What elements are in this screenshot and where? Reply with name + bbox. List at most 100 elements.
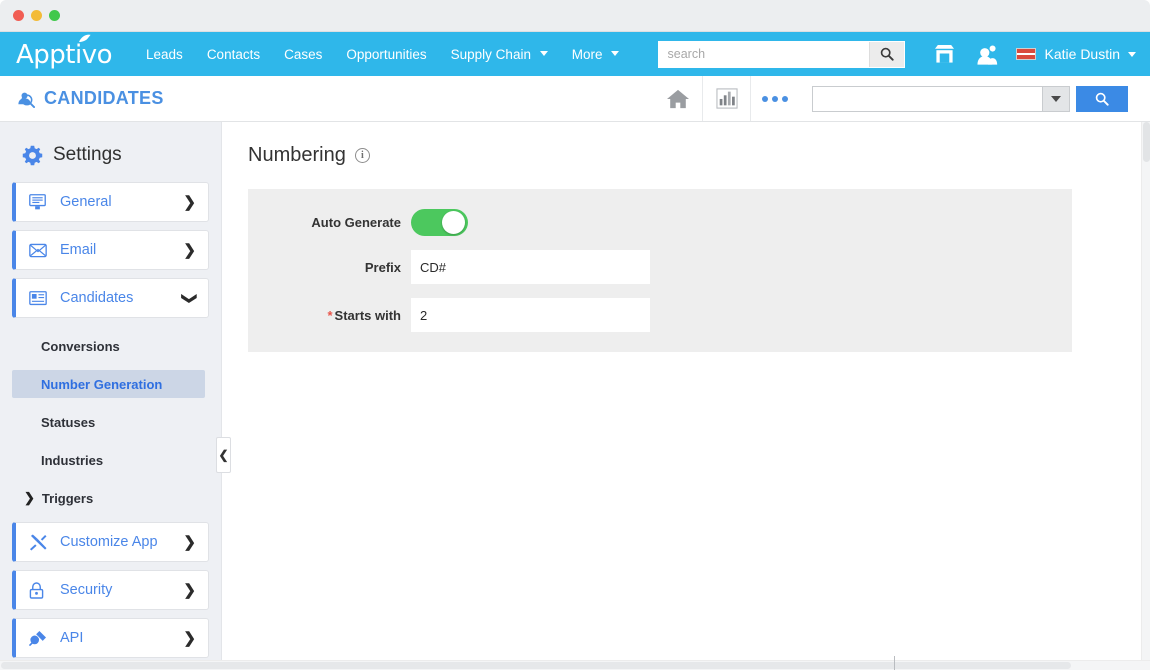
sidebar-item-api[interactable]: API ❯ — [12, 618, 209, 658]
window-close-button[interactable] — [13, 10, 24, 21]
sidebar-item-security[interactable]: Security ❯ — [12, 570, 209, 610]
horizontal-scrollbar[interactable] — [0, 660, 1150, 670]
module-tools — [654, 76, 1150, 121]
home-button[interactable] — [654, 76, 702, 121]
user-menu[interactable]: Katie Dustin — [1016, 46, 1136, 62]
prefix-label: Prefix — [248, 260, 411, 275]
nav-label: Cases — [284, 47, 322, 62]
people-button[interactable] — [977, 44, 999, 65]
nav-item-more[interactable]: More — [560, 41, 632, 68]
main-nav: Leads Contacts Cases Opportunities Suppl… — [134, 41, 631, 68]
chevron-down-icon — [1051, 96, 1061, 102]
browser-window: Apptivo Leads Contacts Cases Opportuniti… — [0, 0, 1150, 670]
auto-generate-toggle[interactable] — [411, 209, 468, 236]
candidates-submenu: Conversions Number Generation Statuses I… — [12, 326, 209, 522]
more-options-button[interactable] — [750, 76, 798, 121]
id-card-icon — [29, 291, 49, 306]
submenu-item-industries[interactable]: Industries — [12, 446, 209, 474]
module-search-input[interactable] — [812, 86, 1042, 112]
nav-item-cases[interactable]: Cases — [272, 41, 334, 68]
submenu-label: Conversions — [41, 339, 120, 354]
module-bar: CANDIDATES — [0, 76, 1150, 122]
auto-generate-label: Auto Generate — [248, 215, 411, 230]
chevron-down-icon: ❯ — [182, 292, 197, 305]
sidebar-item-label: Customize App — [60, 534, 183, 550]
flag-icon — [1016, 48, 1036, 60]
nav-item-supply-chain[interactable]: Supply Chain — [439, 41, 560, 68]
store-icon — [934, 44, 955, 64]
sidebar-item-customize-app[interactable]: Customize App ❯ — [12, 522, 209, 562]
user-name: Katie Dustin — [1045, 46, 1120, 62]
nav-item-contacts[interactable]: Contacts — [195, 41, 272, 68]
reports-icon — [716, 88, 738, 109]
page-title-text: Numbering — [248, 144, 346, 167]
chevron-down-icon — [540, 51, 548, 56]
chevron-right-icon: ❯ — [183, 195, 196, 210]
window-zoom-button[interactable] — [49, 10, 60, 21]
sidebar-item-label: Security — [60, 582, 183, 598]
nav-item-leads[interactable]: Leads — [134, 41, 195, 68]
settings-heading: Settings — [22, 144, 209, 166]
more-dots-icon — [762, 96, 788, 102]
body-area: Settings General ❯ — [0, 122, 1150, 670]
chevron-right-icon: ❯ — [183, 535, 196, 550]
nav-label: More — [572, 47, 603, 62]
sidebar-collapse-handle[interactable]: ❮ — [216, 437, 231, 473]
settings-title: Settings — [53, 144, 122, 166]
submenu-item-number-generation[interactable]: Number Generation — [12, 370, 205, 398]
prefix-input[interactable] — [411, 250, 650, 284]
nav-label: Opportunities — [346, 47, 426, 62]
form-row-starts-with: *Starts with — [248, 298, 1072, 332]
submenu-item-statuses[interactable]: Statuses — [12, 408, 209, 436]
store-button[interactable] — [934, 44, 955, 64]
search-button[interactable] — [869, 42, 904, 67]
search-icon — [1095, 92, 1109, 106]
module-search — [812, 86, 1128, 112]
nav-label: Leads — [146, 47, 183, 62]
toggle-knob — [442, 211, 465, 234]
reports-button[interactable] — [702, 76, 750, 121]
vertical-scrollbar[interactable] — [1141, 122, 1150, 670]
module-search-dropdown[interactable] — [1042, 86, 1070, 112]
page-title-candidates: CANDIDATES — [16, 88, 164, 109]
spacer — [12, 398, 209, 408]
horizontal-scrollbar-thumb[interactable] — [1, 662, 1071, 669]
gear-icon — [22, 145, 43, 166]
envelope-icon — [29, 243, 49, 258]
starts-with-label: *Starts with — [248, 308, 411, 323]
sidebar-item-candidates[interactable]: Candidates ❯ — [12, 278, 209, 318]
nav-label: Contacts — [207, 47, 260, 62]
text-cursor-marker — [894, 656, 895, 670]
starts-with-input[interactable] — [411, 298, 650, 332]
window-minimize-button[interactable] — [31, 10, 42, 21]
submenu-item-conversions[interactable]: Conversions — [12, 332, 209, 360]
spacer — [12, 436, 209, 446]
logo-text: Apptivo — [16, 40, 112, 70]
search-input[interactable] — [659, 42, 869, 67]
window-titlebar — [0, 0, 1150, 32]
apptivo-logo[interactable]: Apptivo — [16, 40, 112, 68]
leaf-icon — [79, 34, 93, 43]
info-icon[interactable]: i — [355, 148, 370, 163]
sidebar-item-label: Candidates — [60, 290, 183, 306]
nav-item-opportunities[interactable]: Opportunities — [334, 41, 438, 68]
sidebar-item-email[interactable]: Email ❯ — [12, 230, 209, 270]
sidebar-item-label: Email — [60, 242, 183, 258]
people-icon — [977, 44, 999, 65]
chevron-right-icon: ❯ — [183, 243, 196, 258]
submenu-label: Number Generation — [41, 377, 162, 392]
sidebar-item-general[interactable]: General ❯ — [12, 182, 209, 222]
chevron-right-icon: ❯ — [183, 583, 196, 598]
module-search-button[interactable] — [1076, 86, 1128, 112]
app-header: Apptivo Leads Contacts Cases Opportuniti… — [0, 32, 1150, 76]
nav-label: Supply Chain — [451, 47, 531, 62]
starts-with-label-text: Starts with — [335, 308, 401, 323]
screen-icon — [29, 194, 49, 210]
lock-icon — [29, 582, 49, 599]
vertical-scrollbar-thumb[interactable] — [1143, 122, 1150, 162]
submenu-label: Industries — [41, 453, 103, 468]
chevron-right-icon: ❯ — [24, 490, 35, 506]
candidates-icon — [16, 89, 35, 108]
sidebar-item-label: API — [60, 630, 183, 646]
submenu-item-triggers[interactable]: ❯ Triggers — [12, 484, 209, 512]
